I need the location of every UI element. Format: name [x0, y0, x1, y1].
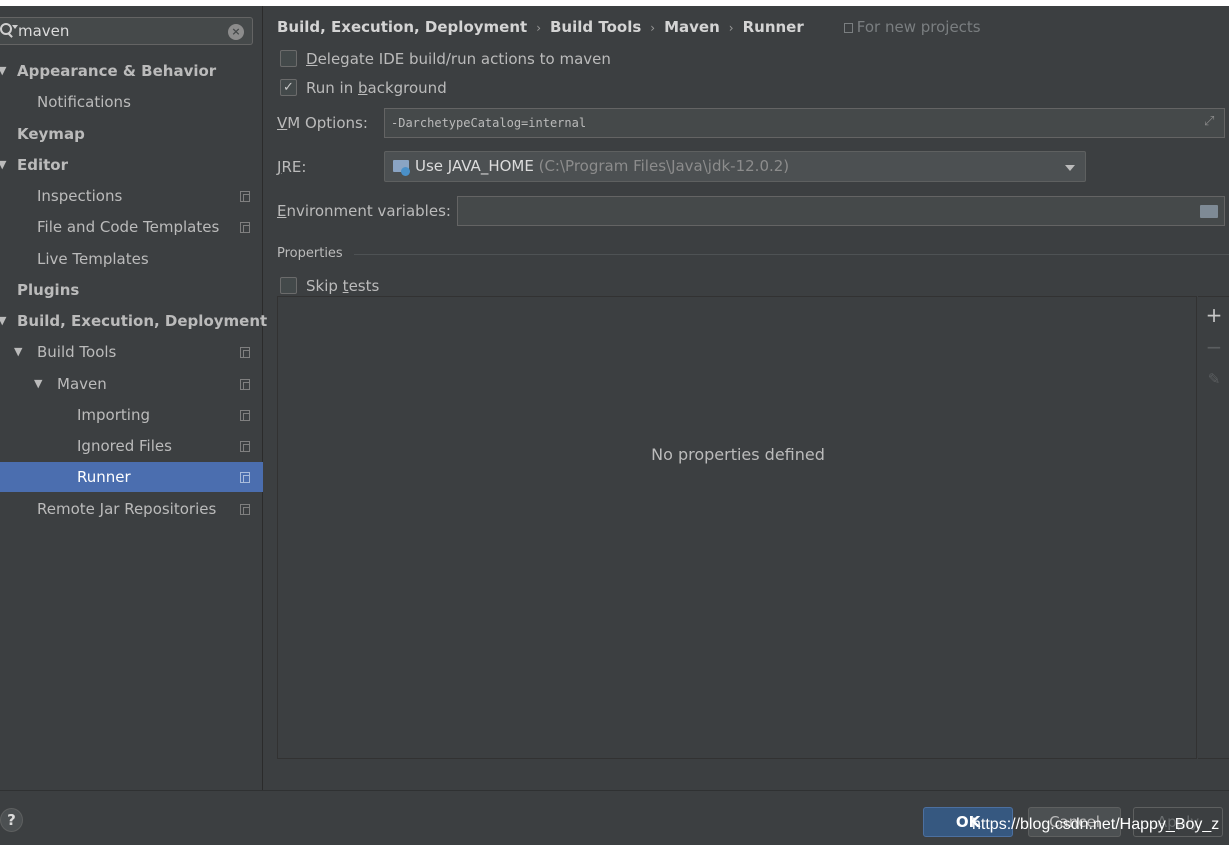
sidebar-item-label: Ignored Files	[77, 437, 172, 455]
sidebar-item-inspections[interactable]: Inspections	[0, 181, 263, 211]
breadcrumb-item[interactable]: Build Tools	[550, 18, 641, 36]
scope-hint-label: For new projects	[856, 18, 981, 36]
sidebar-item-keymap[interactable]: Keymap	[0, 119, 263, 149]
environment-variables-label: Environment variables:	[277, 202, 451, 220]
sidebar-item-label: Inspections	[37, 187, 123, 205]
properties-toolbar: + − ✎	[1198, 296, 1229, 759]
expanded-arrow-icon[interactable]: ▼	[0, 56, 6, 86]
jre-selected-value: Use JAVA_HOME	[415, 157, 534, 175]
sidebar-item-label: File and Code Templates	[37, 218, 220, 236]
help-button[interactable]: ?	[0, 808, 23, 832]
watermark-text: https://blog.csdn.net/Happy_Boy_z	[972, 816, 1220, 833]
sidebar-item-label: Editor	[17, 156, 68, 174]
add-property-icon[interactable]: +	[1204, 305, 1224, 325]
settings-content-pane: Build, Execution, Deployment › Build Tools…	[264, 6, 1229, 790]
delegate-build-label[interactable]: Delegate IDE build/run actions to maven	[306, 48, 611, 70]
breadcrumb-item[interactable]: Maven	[664, 18, 720, 36]
project-scope-icon	[843, 23, 853, 33]
settings-sidebar: × ▼ Appearance & Behavior Notifications …	[0, 6, 267, 790]
sidebar-item-editor[interactable]: ▼ Editor	[0, 150, 263, 180]
jdk-folder-icon	[393, 160, 410, 176]
properties-group-title: Properties	[277, 246, 343, 261]
sidebar-item-build-tools[interactable]: ▼ Build Tools	[0, 337, 263, 367]
edit-property-icon[interactable]: ✎	[1204, 369, 1224, 389]
search-input[interactable]	[18, 21, 218, 41]
sidebar-item-label: Appearance & Behavior	[17, 62, 217, 80]
sidebar-item-ignored-files[interactable]: Ignored Files	[0, 431, 263, 461]
jre-label: JRE:	[277, 158, 307, 176]
skip-tests-label[interactable]: Skip tests	[306, 275, 379, 297]
skip-tests-checkbox[interactable]	[280, 277, 297, 294]
properties-group-divider	[354, 254, 1229, 255]
dialog-footer: ? OK Cancel Apply https://blog.csdn.net/…	[0, 790, 1229, 845]
vm-options-label: VM Options:	[277, 114, 368, 132]
project-scope-icon	[240, 222, 250, 233]
sidebar-item-importing[interactable]: Importing	[0, 400, 263, 430]
jre-select[interactable]: Use JAVA_HOME (C:\Program Files\Java\jdk…	[384, 151, 1086, 182]
run-in-background-label[interactable]: Run in background	[306, 77, 447, 99]
breadcrumb-item[interactable]: Build, Execution, Deployment	[277, 18, 527, 36]
sidebar-item-label: Remote Jar Repositories	[37, 500, 217, 518]
breadcrumb-separator: ›	[728, 21, 734, 35]
project-scope-icon	[240, 504, 250, 515]
sidebar-item-label: Keymap	[17, 125, 85, 143]
sidebar-item-label: Live Templates	[37, 250, 149, 268]
sidebar-item-remote-jar-repositories[interactable]: Remote Jar Repositories	[0, 494, 263, 524]
delegate-build-checkbox[interactable]	[280, 50, 297, 67]
sidebar-item-runner[interactable]: Runner	[0, 462, 263, 492]
scope-hint: For new projects	[843, 18, 981, 36]
properties-table[interactable]: No properties defined	[277, 296, 1197, 759]
project-scope-icon	[240, 441, 250, 452]
sidebar-item-file-and-code-templates[interactable]: File and Code Templates	[0, 212, 263, 242]
dropdown-arrow-icon[interactable]	[1065, 165, 1075, 171]
expanded-arrow-icon[interactable]: ▼	[14, 337, 22, 367]
search-icon[interactable]	[0, 21, 18, 41]
breadcrumb-separator: ›	[650, 21, 656, 35]
sidebar-item-build-execution-deployment[interactable]: ▼ Build, Execution, Deployment	[0, 306, 267, 336]
expanded-arrow-icon[interactable]: ▼	[0, 306, 6, 336]
sidebar-item-label: Maven	[57, 375, 107, 393]
sidebar-item-appearance-behavior[interactable]: ▼ Appearance & Behavior	[0, 56, 263, 86]
sidebar-item-plugins[interactable]: Plugins	[0, 275, 263, 305]
sidebar-item-label: Importing	[77, 406, 150, 424]
project-scope-icon	[240, 379, 250, 390]
project-scope-icon	[240, 191, 250, 202]
project-scope-icon	[240, 472, 250, 483]
sidebar-item-label: Build Tools	[37, 343, 117, 361]
breadcrumb-separator: ›	[536, 21, 541, 35]
project-scope-icon	[240, 347, 250, 358]
clear-search-icon[interactable]: ×	[228, 24, 244, 40]
project-scope-icon	[240, 410, 250, 421]
sidebar-item-label: Notifications	[37, 93, 131, 111]
properties-empty-text: No properties defined	[651, 445, 825, 464]
expand-icon[interactable]: ⤢	[1204, 115, 1218, 129]
sidebar-item-label: Plugins	[17, 281, 80, 299]
breadcrumb: Build, Execution, Deployment › Build Tools…	[277, 16, 981, 38]
sidebar-item-notifications[interactable]: Notifications	[0, 87, 263, 117]
sidebar-item-label: Build, Execution, Deployment	[17, 312, 268, 330]
environment-variables-field[interactable]	[457, 196, 1225, 226]
breadcrumb-item: Runner	[742, 18, 804, 36]
sidebar-item-maven[interactable]: ▼ Maven	[0, 369, 263, 399]
vm-options-value[interactable]: -DarchetypeCatalog=internal	[391, 116, 586, 130]
expanded-arrow-icon[interactable]: ▼	[0, 150, 6, 180]
vm-options-field[interactable]: -DarchetypeCatalog=internal ⤢	[384, 108, 1225, 138]
run-in-background-checkbox[interactable]: ✓	[280, 79, 297, 96]
expanded-arrow-icon[interactable]: ▼	[34, 369, 42, 399]
remove-property-icon[interactable]: −	[1204, 337, 1224, 357]
settings-search-box[interactable]: ×	[0, 17, 253, 45]
sidebar-item-live-templates[interactable]: Live Templates	[0, 244, 263, 274]
browse-folder-icon[interactable]	[1200, 205, 1218, 218]
sidebar-item-label: Runner	[77, 468, 131, 486]
jre-selected-path: (C:\Program Files\Java\jdk-12.0.2)	[538, 157, 790, 175]
